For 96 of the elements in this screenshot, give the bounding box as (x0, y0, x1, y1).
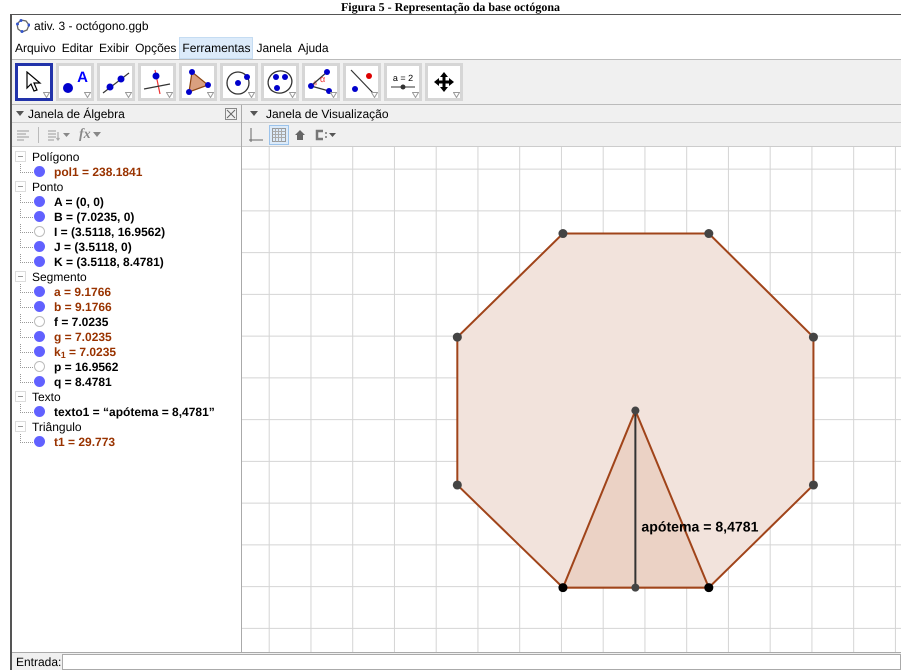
visibility-dot-icon[interactable] (34, 196, 45, 207)
menu-item[interactable]: Janela (253, 37, 295, 59)
panel-title: Janela de Álgebra (28, 106, 126, 122)
vertex-point (704, 228, 714, 238)
dropdown-caret-icon (248, 92, 255, 98)
dropdown-caret-icon (166, 92, 173, 98)
algebra-entry[interactable]: t1 = 29.773 (54, 432, 116, 450)
perpendicular-line-icon (143, 69, 171, 95)
menu-item[interactable]: Arquivo (12, 37, 59, 59)
algebra-entry[interactable]: q = 8.4781 (54, 372, 112, 390)
vertex-point (452, 332, 462, 342)
category-label: Polígono (32, 148, 80, 166)
algebra-entry[interactable]: B = (7.0235, 0) (54, 208, 134, 226)
sort-menu-icon[interactable] (47, 128, 71, 140)
collapse-icon[interactable] (15, 421, 26, 432)
tool-button[interactable] (15, 63, 53, 101)
move-arrows-icon (433, 71, 455, 93)
collapse-caret-icon (250, 110, 258, 116)
vertex-point (808, 332, 818, 342)
style-caret-icon (313, 128, 337, 140)
menu-item[interactable]: Editar (58, 37, 96, 59)
visibility-dot-icon[interactable] (34, 316, 45, 327)
visibility-dot-icon[interactable] (34, 256, 45, 267)
dropdown-caret-icon (43, 92, 50, 98)
menu-item[interactable]: Ajuda (294, 37, 332, 59)
ellipse-tool-icon (266, 69, 294, 95)
grid-icon (271, 126, 287, 142)
apex-point (631, 406, 640, 415)
arrow-pointer-icon (25, 71, 43, 93)
algebra-entry[interactable]: K = (3.5118, 8.4781) (54, 252, 164, 270)
collapse-caret-icon (16, 110, 24, 116)
triangle-tool-icon (184, 69, 212, 95)
caret-icon (92, 132, 101, 137)
grid-toggle[interactable] (269, 124, 289, 144)
algebra-entry[interactable]: k$_{1}$ = 7.0235 (54, 342, 116, 360)
visibility-dot-icon[interactable] (34, 436, 45, 447)
algebra-entry[interactable]: A = (0, 0) (54, 192, 104, 210)
category-label: Triângulo (32, 418, 82, 436)
dropdown-caret-icon (125, 92, 132, 98)
collapse-icon[interactable] (15, 151, 26, 162)
window-title: ativ. 3 - octógono.ggb (34, 18, 149, 35)
tool-button[interactable]: a = 2 (384, 63, 422, 101)
algebra-entry[interactable]: p = 16.9562 (54, 358, 118, 376)
category-label: Texto (32, 388, 61, 406)
dropdown-caret-icon (412, 92, 419, 98)
visibility-dot-icon[interactable] (34, 376, 45, 387)
algebra-entry[interactable]: b = 9.1766 (54, 298, 112, 316)
home-icon (294, 128, 306, 140)
category-label: Ponto (32, 178, 64, 196)
algebra-entry[interactable]: g = 7.0235 (54, 328, 112, 346)
visibility-dot-icon[interactable] (34, 346, 45, 357)
algebra-entry[interactable]: texto1 = “apótema = 8,4781” (54, 402, 215, 420)
input-field[interactable] (62, 654, 901, 670)
visibility-dot-icon[interactable] (34, 361, 45, 372)
vertex-point (808, 480, 818, 490)
input-label: Entrada: (16, 654, 62, 670)
collapse-icon[interactable] (15, 271, 26, 282)
visibility-dot-icon[interactable] (34, 406, 45, 417)
line-tool-icon (102, 70, 130, 94)
circle-tool-icon (225, 69, 253, 95)
dropdown-caret-icon (289, 92, 296, 98)
collapse-icon[interactable] (15, 181, 26, 192)
algebra-entry[interactable]: I = (3.5118, 16.9562) (54, 222, 166, 240)
algebra-entry[interactable]: a = 9.1766 (54, 282, 112, 300)
category-label: Segmento (32, 268, 87, 286)
dropdown-caret-icon (330, 92, 337, 98)
close-icon[interactable] (225, 108, 237, 120)
menu-item[interactable]: Ferramentas (179, 37, 254, 59)
visibility-dot-icon[interactable] (34, 166, 45, 177)
algebra-entry[interactable]: pol1 = 238.1841 (54, 162, 142, 180)
collapse-icon[interactable] (15, 391, 26, 402)
vertex-point (704, 583, 714, 592)
dropdown-caret-icon (453, 92, 460, 98)
visibility-dot-icon[interactable] (34, 286, 45, 297)
visibility-dot-icon[interactable] (34, 241, 45, 252)
tool-button[interactable]: A (56, 63, 94, 101)
menu-item[interactable]: Opções (132, 37, 180, 59)
visibility-dot-icon[interactable] (34, 211, 45, 222)
algebra-entry[interactable]: f = 7.0235 (54, 312, 108, 330)
dropdown-caret-icon (207, 92, 214, 98)
vertex-point (558, 228, 568, 238)
figure-caption: Figura 5 - Representação da base octógona (340, 0, 560, 14)
algebra-entry[interactable]: J = (3.5118, 0) (54, 238, 132, 256)
axes-icon (248, 126, 264, 142)
dropdown-caret-icon (371, 92, 378, 98)
vertex-point (452, 480, 462, 490)
visibility-dot-icon[interactable] (34, 331, 45, 342)
foot-point (631, 584, 640, 592)
menu-item[interactable]: Exibir (96, 37, 132, 59)
vertex-point (558, 583, 568, 592)
octagon-logo-icon (16, 19, 30, 33)
visibility-dot-icon[interactable] (34, 301, 45, 312)
visibility-dot-icon[interactable] (34, 226, 45, 237)
dropdown-caret-icon (84, 92, 91, 98)
panel-title: Janela de Visualização (266, 106, 389, 122)
tool-button[interactable]: α (302, 63, 340, 101)
